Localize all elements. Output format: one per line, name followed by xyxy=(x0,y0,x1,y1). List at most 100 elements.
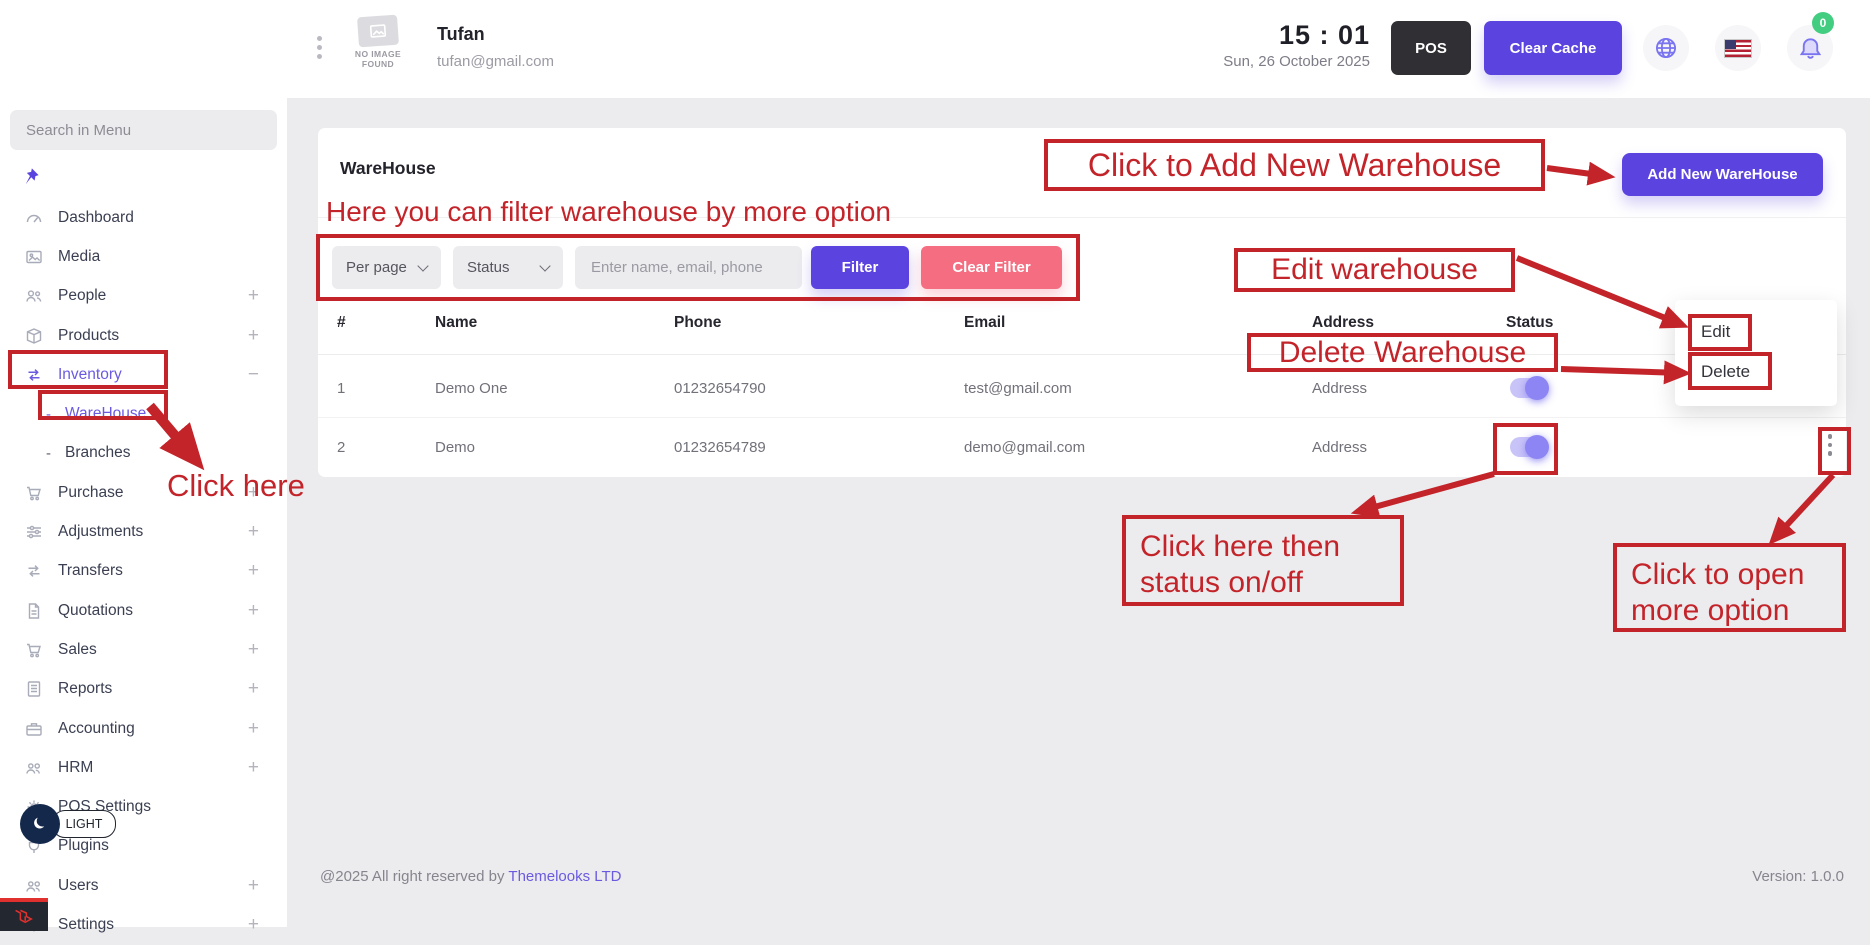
expand-icon[interactable]: + xyxy=(248,914,259,936)
image-icon xyxy=(24,247,44,267)
kebab-vertical-icon[interactable] xyxy=(314,32,324,68)
topbar: NO IMAGEFOUND Tufan tufan@gmail.com 15 :… xyxy=(0,0,1870,98)
edit-menu-item[interactable]: Edit xyxy=(1701,322,1730,342)
per-page-select[interactable]: Per page xyxy=(332,246,441,289)
search-input[interactable] xyxy=(10,110,277,150)
clear-filter-button[interactable]: Clear Filter xyxy=(921,246,1062,289)
cell-address: Address xyxy=(1312,380,1367,397)
expand-icon[interactable]: − xyxy=(248,364,259,386)
filter-button[interactable]: Filter xyxy=(811,246,909,289)
pos-button[interactable]: POS xyxy=(1391,21,1471,75)
column-header-phone: Phone xyxy=(674,314,721,332)
sidebar-item-label: WareHouse xyxy=(65,405,146,423)
cell-name: Demo xyxy=(435,439,475,456)
sidebar-item-inventory[interactable]: Inventory− xyxy=(0,355,287,394)
expand-icon[interactable]: + xyxy=(248,325,259,347)
sidebar-item-warehouse[interactable]: -WareHouse xyxy=(0,395,287,434)
sidebar-item-label: Branches xyxy=(65,444,130,462)
gauge-icon xyxy=(24,208,44,228)
expand-icon[interactable]: + xyxy=(248,639,259,661)
sidebar-item-label: Settings xyxy=(58,916,114,934)
column-header-address: Address xyxy=(1312,314,1374,332)
people-icon xyxy=(24,286,44,306)
row-actions-kebab-icon[interactable] xyxy=(1824,430,1836,466)
cell-name: Demo One xyxy=(435,380,508,397)
expand-icon[interactable]: + xyxy=(248,285,259,307)
sidebar-item-purchase[interactable]: Purchase + xyxy=(0,473,287,512)
user-name: Tufan xyxy=(437,24,485,45)
document-icon xyxy=(24,601,44,621)
cell-phone: 01232654789 xyxy=(674,439,766,456)
expand-icon[interactable]: + xyxy=(248,678,259,700)
avatar[interactable]: NO IMAGEFOUND xyxy=(350,16,406,82)
cell-num: 1 xyxy=(337,380,345,397)
clock: 15 : 01 Sun, 26 October 2025 xyxy=(1130,20,1370,70)
divider xyxy=(318,417,1846,418)
page-title: WareHouse xyxy=(340,158,436,179)
expand-icon[interactable]: + xyxy=(248,875,259,897)
expand-icon[interactable]: + xyxy=(248,560,259,582)
sidebar-item-label: Users xyxy=(58,877,98,895)
report-icon xyxy=(24,679,44,699)
sidebar-item-quotations[interactable]: Quotations + xyxy=(0,591,287,630)
delete-menu-item[interactable]: Delete xyxy=(1701,362,1750,382)
filter-search-input[interactable] xyxy=(575,246,802,289)
divider xyxy=(318,354,1846,355)
add-new-warehouse-button[interactable]: Add New WareHouse xyxy=(1622,153,1823,196)
expand-icon[interactable]: + xyxy=(248,482,259,504)
moon-icon xyxy=(20,804,60,844)
sidebar-item-label: Adjustments xyxy=(58,523,143,541)
sidebar-item-adjustments[interactable]: Adjustments + xyxy=(0,512,287,551)
sidebar-item-media[interactable]: Media xyxy=(0,237,287,276)
laravel-logo-icon xyxy=(0,898,48,931)
expand-icon[interactable]: + xyxy=(248,600,259,622)
divider xyxy=(318,217,1846,218)
pin-icon[interactable] xyxy=(20,166,41,192)
expand-icon[interactable]: + xyxy=(248,521,259,543)
sidebar-item-sales[interactable]: Sales+ xyxy=(0,630,287,669)
column-header-email: Email xyxy=(964,314,1005,332)
clear-cache-button[interactable]: Clear Cache xyxy=(1484,21,1622,75)
cell-num: 2 xyxy=(337,439,345,456)
sidebar-item-branches[interactable]: -Branches xyxy=(0,434,287,473)
theme-toggle[interactable]: LIGHT xyxy=(20,804,120,846)
chevron-down-icon xyxy=(539,260,550,271)
cell-email: test@gmail.com xyxy=(964,380,1072,397)
sidebar-item-people[interactable]: People+ xyxy=(0,277,287,316)
transfer-icon xyxy=(24,561,44,581)
copyright: @2025 All right reserved by Themelooks L… xyxy=(320,868,622,885)
expand-icon[interactable]: + xyxy=(248,718,259,740)
sidebar-item-accounting[interactable]: Accounting+ xyxy=(0,709,287,748)
status-select[interactable]: Status xyxy=(453,246,563,289)
company-link[interactable]: Themelooks LTD xyxy=(508,868,621,885)
sub-item-dash: - xyxy=(46,445,51,462)
sidebar-item-label: Purchase xyxy=(58,484,123,502)
cell-phone: 01232654790 xyxy=(674,380,766,397)
globe-icon[interactable] xyxy=(1643,25,1689,71)
box-icon xyxy=(24,326,44,346)
version: Version: 1.0.0 xyxy=(1752,868,1844,885)
transfer-icon xyxy=(24,365,44,385)
action-menu: Edit Delete xyxy=(1675,300,1837,406)
status-toggle[interactable] xyxy=(1510,437,1547,457)
expand-icon[interactable]: + xyxy=(248,757,259,779)
sidebar-item-products[interactable]: Products + xyxy=(0,316,287,355)
cell-address: Address xyxy=(1312,439,1367,456)
cart-icon xyxy=(24,483,44,503)
sidebar-item-hrm[interactable]: HRM+ xyxy=(0,748,287,787)
sidebar-item-label: Products xyxy=(58,327,119,345)
sidebar-item-label: Transfers xyxy=(58,562,123,580)
date: Sun, 26 October 2025 xyxy=(1130,53,1370,70)
sidebar-item-label: Quotations xyxy=(58,602,133,620)
sidebar-item-reports[interactable]: Reports+ xyxy=(0,670,287,709)
sidebar-item-dashboard[interactable]: Dashboard xyxy=(0,198,287,237)
user-email: tufan@gmail.com xyxy=(437,53,554,70)
status-toggle[interactable] xyxy=(1510,378,1547,398)
time: 15 : 01 xyxy=(1130,20,1370,51)
column-header-status: Status xyxy=(1506,314,1553,332)
language-flag-icon[interactable] xyxy=(1715,25,1761,71)
sub-item-dash: - xyxy=(46,406,51,423)
team-icon xyxy=(24,758,44,778)
sidebar-item-transfers[interactable]: Transfers + xyxy=(0,552,287,591)
cell-email: demo@gmail.com xyxy=(964,439,1085,456)
